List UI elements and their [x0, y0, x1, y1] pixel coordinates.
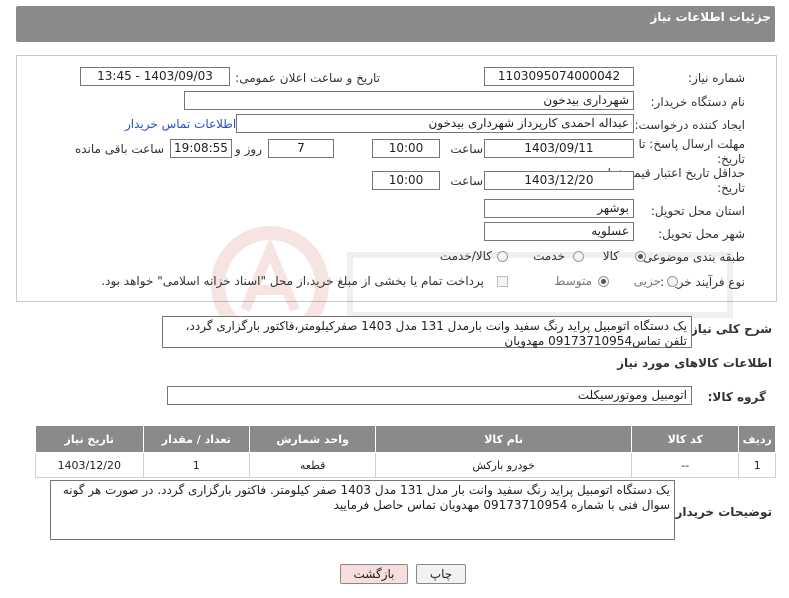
category-option-goods-service: کالا/خدمت [439, 249, 492, 263]
province-label: استان محل تحویل: [650, 204, 745, 218]
deadline-label: مهلت ارسال پاسخ: تا [638, 137, 745, 151]
summary-text: یک دستگاه اتومبیل پراید رنگ سفید وانت با… [162, 316, 692, 348]
buyer-notes-label: توضیحات خریدار: [670, 505, 772, 519]
process-radio-minor[interactable] [667, 276, 678, 287]
deadline-time-label: ساعت [450, 142, 483, 156]
treasury-payment-label: پرداخت تمام یا بخشی از مبلغ خرید،از محل … [101, 274, 484, 288]
column-header-unit: واحد شمارش [248, 425, 377, 453]
cell-goods-code: -- [630, 452, 740, 478]
deadline-time-field: 10:00 [372, 139, 440, 158]
validity-date-field: 1403/12/20 [484, 171, 634, 190]
remaining-time-label: ساعت باقی مانده [74, 142, 164, 156]
validity-date-label: تاریخ: [717, 181, 745, 195]
cell-quantity: 1 [142, 452, 251, 478]
validity-time-label: ساعت [450, 174, 483, 188]
cell-row-number: 1 [738, 452, 776, 478]
buyer-field: شهرداری بیدخون [184, 91, 634, 110]
deadline-date-field: 1403/09/11 [484, 139, 634, 158]
process-option-minor: جزیی [633, 274, 661, 288]
buyer-label: نام دستگاه خریدار: [650, 95, 746, 109]
cell-goods-name: خودرو بارکش [375, 452, 632, 478]
items-table-header: ردیف کد کالا نام کالا واحد شمارش تعداد /… [35, 425, 776, 453]
city-label: شهر محل تحویل: [658, 227, 745, 241]
cell-unit: قطعه [248, 452, 377, 478]
back-button[interactable]: بازگشت [340, 564, 408, 584]
creator-field: عبداله احمدی کارپرداز شهرداری بیدخون [236, 114, 634, 133]
validity-time-field: 10:00 [372, 171, 440, 190]
category-option-service: خدمت [533, 249, 565, 263]
column-header-need-date: تاریخ نیاز [35, 425, 144, 453]
category-label: طبقه بندی موضوعی: [638, 250, 745, 264]
goods-group-field: اتومبیل وموتورسیکلت [167, 386, 692, 405]
deadline-date-label: تاریخ: [717, 152, 745, 166]
column-header-goods-name: نام کالا [375, 425, 632, 453]
category-option-goods: کالا [602, 249, 619, 263]
category-radio-goods-service[interactable] [497, 251, 508, 262]
goods-group-label: گروه کالا: [707, 390, 766, 404]
summary-label: شرح کلی نیاز: [686, 322, 772, 336]
column-header-goods-code: کد کالا [630, 425, 740, 453]
need-number-field: 1103095074000042 [484, 67, 634, 86]
page-title: جزئیات اطلاعات نیاز [650, 10, 771, 24]
province-field: بوشهر [484, 199, 634, 218]
process-radio-medium[interactable] [598, 276, 609, 287]
buyer-contact-link[interactable]: اطلاعات تماس خریدار [125, 117, 236, 131]
days-label: روز و [235, 142, 262, 156]
treasury-payment-checkbox[interactable] [497, 276, 508, 287]
creator-label: ایجاد کننده درخواست: [634, 118, 745, 132]
column-header-quantity: تعداد / مقدار [142, 425, 251, 453]
buyer-notes-text: یک دستگاه اتومبیل پراید رنگ سفید وانت با… [50, 480, 675, 540]
cell-need-date: 1403/12/20 [35, 452, 144, 478]
items-table: ردیف کد کالا نام کالا واحد شمارش تعداد /… [35, 425, 776, 478]
goods-section-title: اطلاعات کالاهای مورد نیاز [617, 356, 772, 370]
need-number-label: شماره نیاز: [688, 71, 745, 85]
remaining-time-field: 19:08:55 [170, 139, 232, 158]
category-radio-goods[interactable] [635, 251, 646, 262]
remaining-days-field: 7 [268, 139, 334, 158]
announce-date-label: تاریخ و ساعت اعلان عمومی: [235, 71, 380, 85]
category-radio-service[interactable] [573, 251, 584, 262]
column-header-row-number: ردیف [738, 425, 776, 453]
city-field: عسلویه [484, 222, 634, 241]
announce-date-field: 1403/09/03 - 13:45 [80, 67, 230, 86]
print-button[interactable]: چاپ [416, 564, 466, 584]
process-option-medium: متوسط [554, 274, 592, 288]
table-row: 1 -- خودرو بارکش قطعه 1 1403/12/20 [35, 452, 776, 478]
